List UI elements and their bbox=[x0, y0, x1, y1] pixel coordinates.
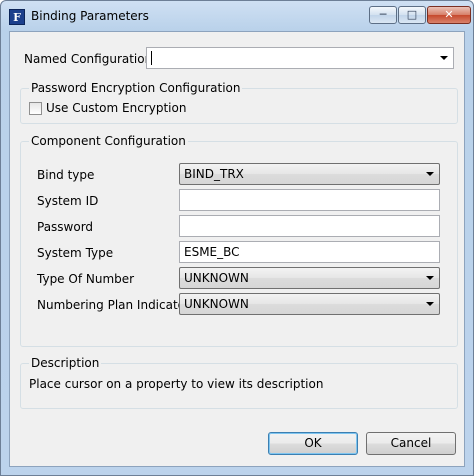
close-icon: ✕ bbox=[444, 8, 454, 21]
system-id-field[interactable] bbox=[179, 189, 440, 211]
chevron-down-icon bbox=[426, 302, 434, 306]
named-configuration-combo[interactable] bbox=[146, 47, 454, 69]
type-of-number-label: Type Of Number bbox=[37, 272, 135, 286]
minimize-icon: ─ bbox=[379, 8, 387, 21]
title-bar[interactable]: F Binding Parameters ─ □ ✕ bbox=[1, 1, 473, 31]
bind-type-label: Bind type bbox=[37, 168, 95, 182]
maximize-icon: □ bbox=[406, 8, 418, 21]
numbering-plan-value: UNKNOWN bbox=[184, 297, 249, 311]
close-button[interactable]: ✕ bbox=[427, 6, 471, 24]
password-encryption-title: Password Encryption Configuration bbox=[29, 81, 243, 95]
text-caret bbox=[151, 51, 152, 65]
description-text: Place cursor on a property to view its d… bbox=[29, 377, 324, 391]
password-label: Password bbox=[37, 220, 94, 234]
named-configuration-label: Named Configuration bbox=[24, 52, 153, 66]
window-title: Binding Parameters bbox=[31, 9, 149, 23]
description-title: Description bbox=[29, 356, 102, 370]
minimize-button[interactable]: ─ bbox=[369, 6, 397, 24]
chevron-down-icon[interactable] bbox=[440, 56, 448, 60]
password-field[interactable] bbox=[179, 215, 440, 237]
component-configuration-title: Component Configuration bbox=[29, 134, 188, 148]
chevron-down-icon bbox=[426, 276, 434, 280]
password-encryption-group: Password Encryption Configuration Use Cu… bbox=[20, 81, 458, 124]
system-id-label: System ID bbox=[37, 194, 99, 208]
system-type-field[interactable]: ESME_BC bbox=[179, 241, 440, 263]
numbering-plan-select[interactable]: UNKNOWN bbox=[179, 293, 440, 315]
bind-type-select[interactable]: BIND_TRX bbox=[179, 163, 440, 185]
numbering-plan-label: Numbering Plan Indicator bbox=[37, 298, 190, 312]
system-type-label: System Type bbox=[37, 246, 114, 260]
dialog-window: F Binding Parameters ─ □ ✕ Named Configu… bbox=[0, 0, 474, 476]
app-icon: F bbox=[9, 9, 25, 25]
use-custom-encryption-label[interactable]: Use Custom Encryption bbox=[46, 101, 186, 115]
chevron-down-icon bbox=[426, 172, 434, 176]
dialog-content: Named Configuration Password Encryption … bbox=[9, 31, 465, 467]
bind-type-value: BIND_TRX bbox=[184, 167, 244, 181]
cancel-button[interactable]: Cancel bbox=[366, 432, 456, 455]
maximize-button[interactable]: □ bbox=[398, 6, 426, 24]
ok-button[interactable]: OK bbox=[268, 432, 358, 455]
component-configuration-group: Component Configuration Bind type BIND_T… bbox=[20, 134, 458, 347]
use-custom-encryption-checkbox[interactable] bbox=[29, 102, 42, 115]
type-of-number-value: UNKNOWN bbox=[184, 271, 249, 285]
description-group: Description Place cursor on a property t… bbox=[20, 356, 458, 409]
type-of-number-select[interactable]: UNKNOWN bbox=[179, 267, 440, 289]
